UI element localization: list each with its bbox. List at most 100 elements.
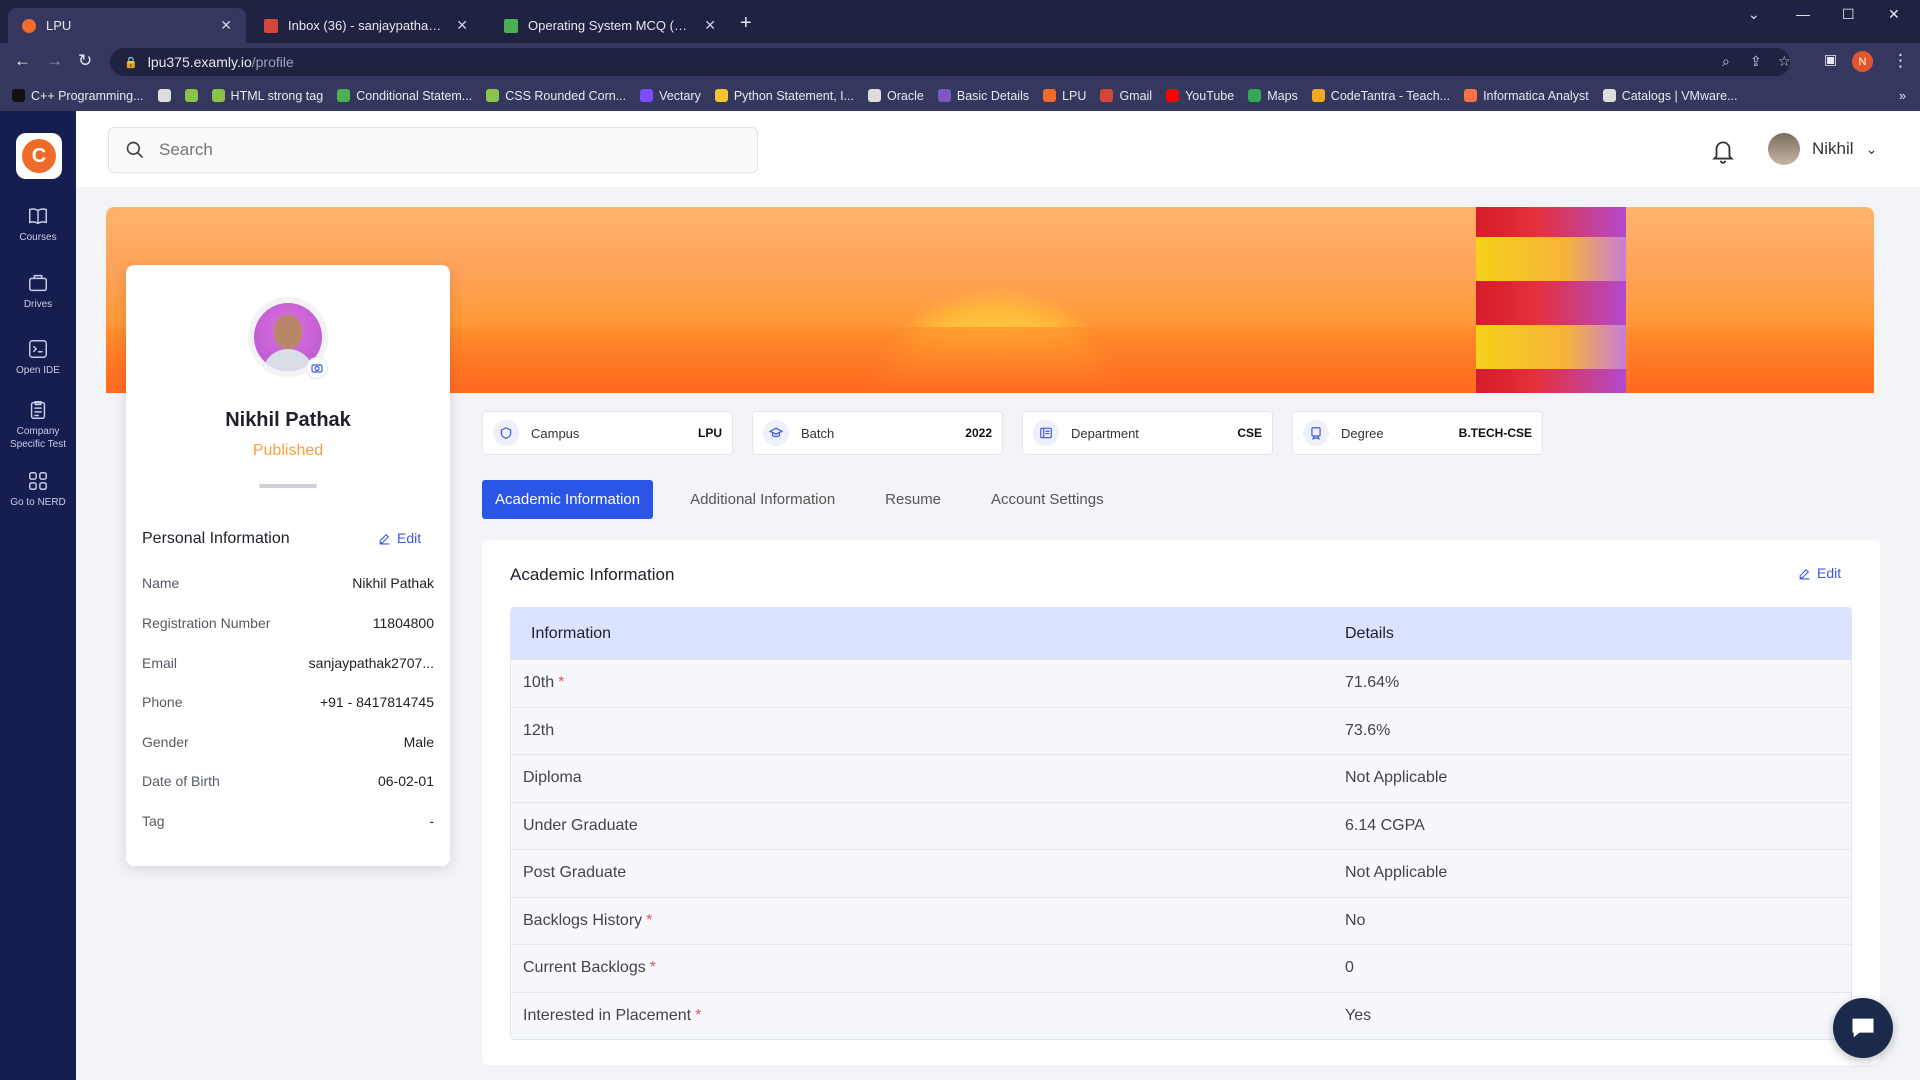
url-field[interactable]: 🔒 lpu375.examly.io/profile ⌕ ⇪ ☆ bbox=[110, 48, 1791, 76]
bookmark-label: Catalogs | VMware... bbox=[1621, 88, 1738, 103]
chip-value: LPU bbox=[698, 426, 722, 440]
minimize-icon[interactable]: — bbox=[1796, 6, 1810, 22]
briefcase-icon bbox=[29, 274, 47, 292]
info-row-registration: Registration Number 11804800 bbox=[142, 615, 434, 631]
bookmark-item[interactable]: Gmail bbox=[1100, 89, 1152, 103]
required-marker: * bbox=[646, 911, 653, 929]
bookmark-item[interactable]: C++ Programming... bbox=[12, 89, 144, 103]
bookmark-favicon-icon bbox=[1166, 89, 1180, 102]
sidebar-item-company-specific-test[interactable]: Company Specific Test bbox=[0, 399, 76, 451]
tab-search-chevron-icon[interactable]: ⌄ bbox=[1748, 6, 1760, 23]
examly-logo[interactable]: C bbox=[16, 133, 62, 179]
academic-info-heading: Academic Information bbox=[510, 565, 675, 584]
row-info: Post Graduate bbox=[511, 864, 1345, 882]
close-window-icon[interactable]: ✕ bbox=[1888, 6, 1900, 23]
chat-support-button[interactable] bbox=[1833, 998, 1893, 1058]
bookmark-favicon-icon bbox=[1602, 89, 1616, 102]
bookmark-item[interactable]: Oracle bbox=[868, 89, 924, 103]
required-marker: * bbox=[649, 959, 656, 977]
bookmark-item[interactable]: CSS Rounded Corn... bbox=[486, 89, 626, 103]
table-header: Information Details bbox=[511, 608, 1851, 659]
maximize-icon[interactable]: ☐ bbox=[1842, 6, 1855, 23]
sidebar-item-label: Courses bbox=[19, 232, 57, 243]
row-details: Yes bbox=[1345, 1006, 1372, 1024]
tab-additional-information[interactable]: Additional Information bbox=[677, 480, 848, 519]
sidebar-item-drives[interactable]: Drives bbox=[0, 272, 76, 311]
profile-card: Nikhil Pathak Published Personal Informa… bbox=[126, 265, 450, 866]
table-row: Interested in Placement * Yes bbox=[511, 991, 1851, 1039]
side-panel-icon[interactable]: ▣ bbox=[1824, 51, 1837, 68]
close-tab-icon[interactable]: ✕ bbox=[220, 17, 232, 34]
lighthouse-band bbox=[1476, 237, 1626, 281]
zoom-icon[interactable]: ⌕ bbox=[1722, 53, 1730, 70]
personal-info-edit-button[interactable]: Edit bbox=[378, 530, 421, 546]
bookmark-item[interactable] bbox=[184, 89, 198, 102]
bookmark-favicon-icon bbox=[12, 89, 25, 102]
bookmark-item[interactable]: Vectary bbox=[640, 89, 701, 103]
field-label: Gender bbox=[142, 734, 189, 750]
browser-menu-icon[interactable]: ⋮ bbox=[1892, 51, 1909, 71]
table-row: Under Graduate 6.14 CGPA bbox=[511, 801, 1851, 849]
sidebar-item-label: Go to NERD bbox=[10, 497, 66, 508]
browser-tab-os-mcq[interactable]: Operating System MCQ (Multiple... ✕ bbox=[490, 8, 730, 43]
close-tab-icon[interactable]: ✕ bbox=[456, 17, 468, 34]
table-row: Current Backlogs * 0 bbox=[511, 944, 1851, 992]
personal-info-heading: Personal Information bbox=[142, 530, 290, 547]
tab-academic-information[interactable]: Academic Information bbox=[482, 480, 654, 519]
bookmark-item[interactable] bbox=[157, 89, 171, 102]
notification-bell-icon[interactable] bbox=[1710, 137, 1736, 170]
camera-icon[interactable] bbox=[306, 357, 328, 379]
close-tab-icon[interactable]: ✕ bbox=[704, 17, 716, 34]
bookmark-item[interactable]: Basic Details bbox=[937, 88, 1030, 103]
bookmark-label: Gmail bbox=[1119, 88, 1153, 103]
sidebar-item-courses[interactable]: Courses bbox=[0, 205, 76, 244]
bookmark-item[interactable]: Maps bbox=[1248, 89, 1298, 103]
bookmark-item[interactable]: YouTube bbox=[1166, 89, 1234, 103]
bookmark-favicon-icon bbox=[1043, 89, 1057, 102]
chip-batch: Batch 2022 bbox=[752, 411, 1003, 455]
user-menu[interactable]: Nikhil ⌄ bbox=[1768, 133, 1877, 165]
search-icon bbox=[126, 141, 144, 159]
bookmark-item[interactable]: Catalogs | VMware... bbox=[1602, 88, 1738, 103]
more-bookmarks-icon[interactable]: » bbox=[1899, 89, 1906, 103]
avatar-face bbox=[274, 315, 302, 349]
bookmark-item[interactable]: HTML strong tag bbox=[211, 89, 323, 103]
back-arrow-icon[interactable]: ← bbox=[14, 51, 31, 71]
search-box[interactable] bbox=[108, 127, 758, 173]
share-icon[interactable]: ⇪ bbox=[1750, 53, 1762, 70]
bookmarks-bar: C++ Programming... HTML strong tag Conditi… bbox=[0, 80, 1920, 111]
search-input[interactable] bbox=[159, 140, 719, 160]
bookmark-favicon-icon bbox=[1100, 89, 1114, 102]
browser-tab-lpu[interactable]: LPU ✕ bbox=[8, 8, 246, 43]
sidebar-item-label: Company Specific Test bbox=[10, 426, 66, 450]
bookmark-item[interactable]: LPU bbox=[1043, 89, 1086, 103]
table-row: Backlogs History * No bbox=[511, 896, 1851, 944]
reload-icon[interactable]: ↻ bbox=[78, 51, 92, 71]
new-tab-plus-icon[interactable]: + bbox=[740, 12, 752, 35]
row-info: Backlogs History * bbox=[511, 912, 1345, 930]
bookmark-item[interactable]: CodeTantra - Teach... bbox=[1311, 88, 1451, 103]
browser-tab-strip: LPU ✕ Inbox (36) - sanjaypathak2707@... … bbox=[0, 0, 1920, 43]
bookmark-label: CodeTantra - Teach... bbox=[1330, 88, 1451, 103]
terminal-icon bbox=[29, 340, 47, 358]
chevron-down-icon: ⌄ bbox=[1865, 140, 1878, 157]
forward-arrow-icon[interactable]: → bbox=[46, 51, 63, 71]
academic-edit-button[interactable]: Edit bbox=[1798, 565, 1841, 581]
chip-label: Department bbox=[1071, 425, 1139, 441]
bookmark-item[interactable]: Python Statement, I... bbox=[714, 89, 854, 103]
tab-account-settings[interactable]: Account Settings bbox=[978, 480, 1117, 519]
browser-tab-gmail[interactable]: Inbox (36) - sanjaypathak2707@... ✕ bbox=[250, 8, 482, 43]
info-row-tag: Tag - bbox=[142, 813, 434, 829]
bookmark-star-icon[interactable]: ☆ bbox=[1778, 53, 1791, 70]
tab-resume[interactable]: Resume bbox=[872, 480, 954, 519]
browser-profile-avatar[interactable]: N bbox=[1852, 51, 1873, 72]
tab-title: LPU bbox=[46, 18, 72, 33]
field-label: Email bbox=[142, 655, 178, 671]
bookmark-item[interactable]: Conditional Statem... bbox=[337, 89, 472, 103]
bookmark-item[interactable]: Informatica Analyst bbox=[1464, 89, 1589, 103]
sidebar-item-open-ide[interactable]: Open IDE bbox=[0, 338, 76, 377]
bookmark-label: Basic Details bbox=[956, 88, 1030, 103]
sidebar-item-go-to-nerd[interactable]: Go to NERD bbox=[0, 470, 76, 509]
table-row: Diploma Not Applicable bbox=[511, 754, 1851, 802]
book-icon bbox=[29, 208, 47, 225]
